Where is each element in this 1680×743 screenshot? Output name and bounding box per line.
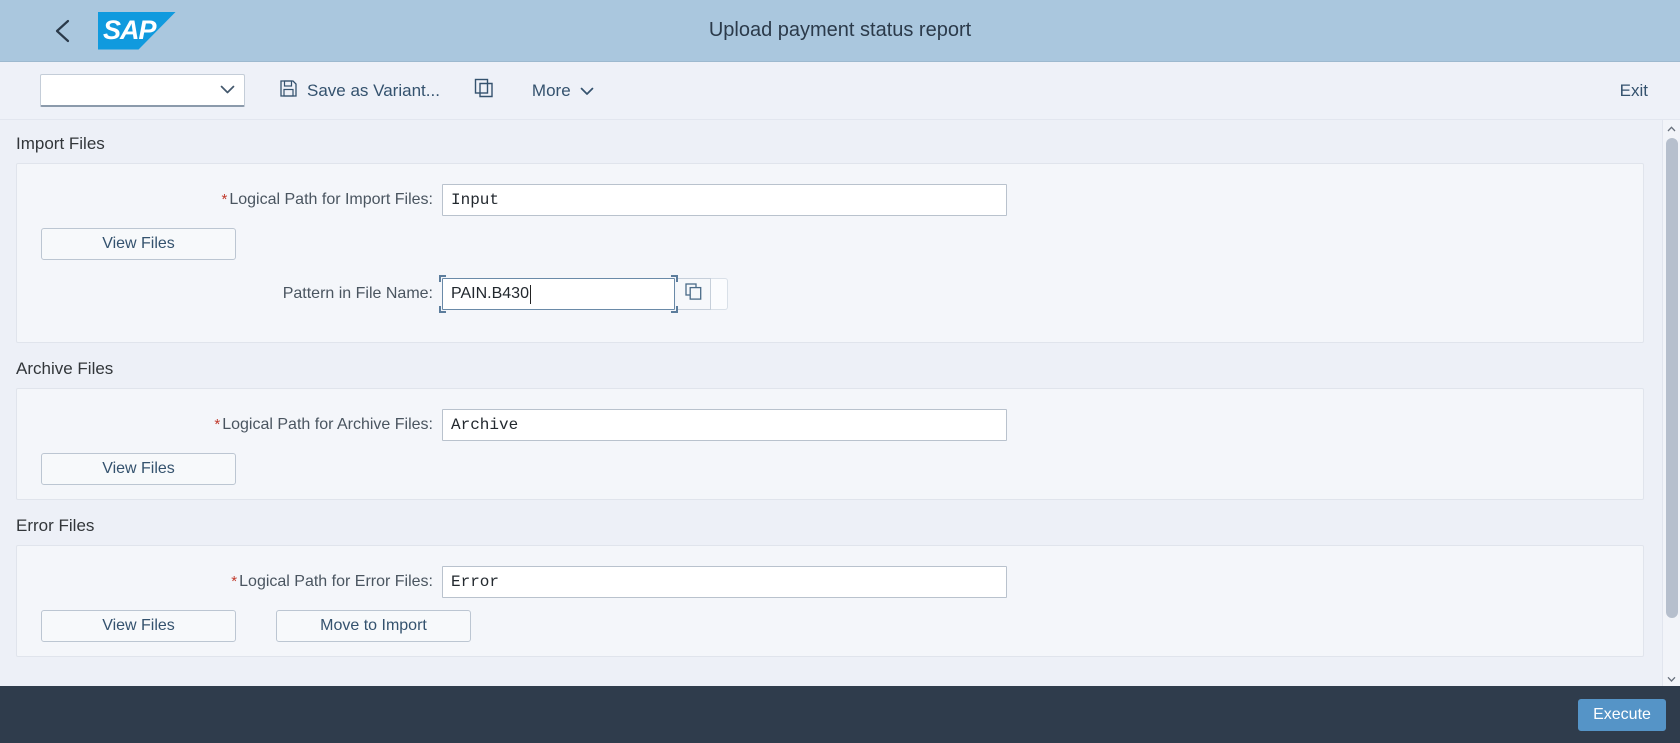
save-as-variant-label: Save as Variant... bbox=[307, 80, 440, 100]
field-row-pattern-in-file-name: Pattern in File Name: PAIN.B430 bbox=[17, 274, 1643, 314]
button-row: View Files Move to Import bbox=[17, 610, 1643, 642]
focus-corner-bl bbox=[439, 306, 446, 313]
save-as-variant-button[interactable]: Save as Variant... bbox=[275, 73, 444, 109]
vertical-scrollbar[interactable] bbox=[1662, 120, 1680, 686]
value-help-tail bbox=[711, 278, 728, 310]
pattern-input-value: PAIN.B430 bbox=[451, 285, 529, 302]
more-label: More bbox=[531, 80, 571, 100]
caret-up-icon bbox=[1667, 119, 1676, 137]
text-caret bbox=[529, 284, 531, 304]
value-help-button[interactable] bbox=[677, 278, 711, 310]
field-row-logical-path-import: * Logical Path for Import Files: Input bbox=[17, 180, 1643, 220]
focus-corner-tl bbox=[439, 275, 446, 282]
form-container: Import Files * Logical Path for Import Fi… bbox=[0, 120, 1662, 686]
field-label: * Logical Path for Import Files: bbox=[17, 191, 442, 209]
required-indicator: * bbox=[214, 416, 221, 433]
logical-path-error-input[interactable]: Error bbox=[442, 566, 1007, 598]
exit-button[interactable]: Exit bbox=[1610, 73, 1658, 109]
section-error-files: Error Files * Logical Path for Error File… bbox=[16, 502, 1644, 657]
field-label: * Logical Path for Archive Files: bbox=[17, 416, 442, 434]
field-row-logical-path-error: * Logical Path for Error Files: Error bbox=[17, 562, 1643, 602]
field-label-text: Logical Path for Archive Files: bbox=[222, 416, 433, 433]
pattern-in-file-name-input[interactable]: PAIN.B430 bbox=[439, 275, 678, 313]
logical-path-archive-input[interactable]: Archive bbox=[442, 409, 1007, 441]
logical-path-import-input[interactable]: Input bbox=[442, 184, 1007, 216]
section-panel: * Logical Path for Import Files: Input Vi… bbox=[16, 163, 1644, 343]
section-archive-files: Archive Files * Logical Path for Archive … bbox=[16, 345, 1644, 500]
section-title: Error Files bbox=[16, 516, 95, 535]
scrollbar-thumb[interactable] bbox=[1666, 138, 1678, 618]
section-title: Import Files bbox=[16, 134, 105, 153]
back-button[interactable] bbox=[40, 8, 86, 54]
more-button[interactable]: More bbox=[528, 73, 598, 109]
section-import-files: Import Files * Logical Path for Import Fi… bbox=[16, 120, 1644, 343]
floppy-disk-icon bbox=[279, 79, 298, 103]
field-label-text: Logical Path for Import Files: bbox=[229, 191, 433, 208]
copy-icon bbox=[474, 78, 494, 103]
shell-header: SAP Upload payment status report bbox=[0, 0, 1680, 62]
view-files-button-error[interactable]: View Files bbox=[41, 610, 236, 642]
content-area: Import Files * Logical Path for Import Fi… bbox=[0, 120, 1680, 686]
chevron-down-icon bbox=[220, 81, 235, 99]
multi-select-icon bbox=[685, 283, 702, 305]
variant-select[interactable] bbox=[40, 74, 245, 107]
application-window: SAP Upload payment status report Save as… bbox=[0, 0, 1680, 743]
execute-button[interactable]: Execute bbox=[1578, 698, 1666, 731]
copy-button[interactable] bbox=[470, 73, 498, 109]
section-panel: * Logical Path for Error Files: Error Vie… bbox=[16, 545, 1644, 657]
toolbar: Save as Variant... More Exit bbox=[0, 62, 1680, 120]
scrollbar-track[interactable] bbox=[1663, 136, 1680, 670]
field-label: Pattern in File Name: bbox=[282, 285, 433, 302]
field-label-text: Logical Path for Error Files: bbox=[239, 573, 433, 590]
chevron-left-icon bbox=[53, 18, 73, 44]
pattern-input-group: PAIN.B430 bbox=[439, 275, 728, 313]
scroll-down-button[interactable] bbox=[1663, 670, 1680, 686]
chevron-down-icon bbox=[580, 81, 594, 101]
required-indicator: * bbox=[221, 191, 228, 208]
move-to-import-button[interactable]: Move to Import bbox=[276, 610, 471, 642]
field-row-logical-path-archive: * Logical Path for Archive Files: Archive bbox=[17, 405, 1643, 445]
section-panel: * Logical Path for Archive Files: Archive… bbox=[16, 388, 1644, 500]
scroll-up-button[interactable] bbox=[1663, 120, 1680, 136]
view-files-button-import[interactable]: View Files bbox=[41, 228, 236, 260]
button-row: View Files bbox=[17, 228, 1643, 260]
button-row: View Files bbox=[17, 453, 1643, 485]
field-label: * Logical Path for Error Files: bbox=[17, 573, 442, 591]
section-title: Archive Files bbox=[16, 359, 114, 378]
caret-down-icon bbox=[1667, 669, 1676, 687]
page-title: Upload payment status report bbox=[708, 19, 972, 41]
view-files-button-archive[interactable]: View Files bbox=[41, 453, 236, 485]
sap-logo-text: SAP bbox=[103, 14, 157, 45]
required-indicator: * bbox=[231, 573, 238, 590]
footer-bar: Execute bbox=[0, 686, 1680, 743]
sap-logo: SAP bbox=[98, 11, 176, 50]
